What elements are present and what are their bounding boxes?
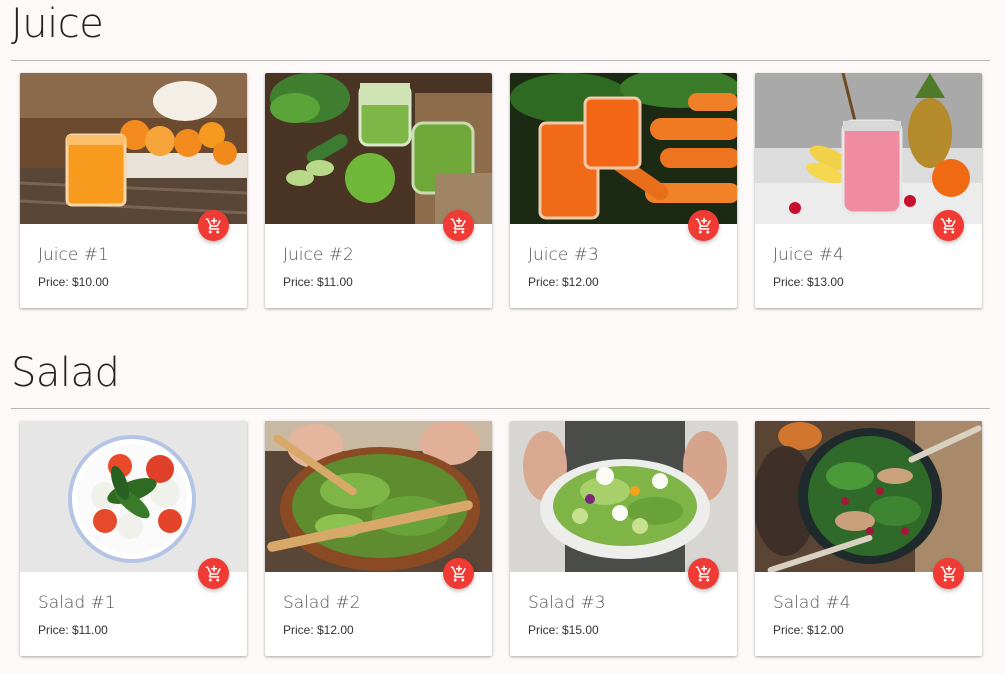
product-image [510,421,737,572]
product-price: Price: $12.00 [283,623,354,637]
add-to-cart-icon [205,217,221,233]
product-card[interactable]: Juice #2 Price: $11.00 [265,73,492,308]
product-name: Juice #1 [38,245,109,265]
product-name: Salad #3 [528,593,606,613]
product-card[interactable]: Juice #3 Price: $12.00 [510,73,737,308]
product-card[interactable]: Salad #4 Price: $12.00 [755,421,982,656]
product-image [510,73,737,224]
product-card[interactable]: Salad #3 Price: $15.00 [510,421,737,656]
product-image [265,421,492,572]
product-image [755,421,982,572]
add-to-cart-icon [450,565,466,581]
add-to-cart-button[interactable] [198,558,229,589]
product-name: Juice #2 [283,245,354,265]
product-name: Salad #4 [773,593,851,613]
add-to-cart-icon [450,217,466,233]
add-to-cart-button[interactable] [933,210,964,241]
add-to-cart-button[interactable] [443,210,474,241]
section-divider [11,408,990,409]
add-to-cart-icon [695,565,711,581]
product-image [265,73,492,224]
product-name: Juice #3 [528,245,599,265]
add-to-cart-icon [695,217,711,233]
section-divider [11,60,990,61]
add-to-cart-button[interactable] [933,558,964,589]
section-title: Salad [11,350,120,396]
add-to-cart-button[interactable] [198,210,229,241]
product-card[interactable]: Juice #4 Price: $13.00 [755,73,982,308]
section-title: Juice [11,1,104,47]
product-price: Price: $11.00 [38,623,108,637]
product-price: Price: $13.00 [773,275,844,289]
product-name: Juice #4 [773,245,844,265]
product-card[interactable]: Salad #1 Price: $11.00 [20,421,247,656]
product-price: Price: $12.00 [528,275,599,289]
product-price: Price: $11.00 [283,275,353,289]
add-to-cart-icon [940,565,956,581]
product-card[interactable]: Juice #1 Price: $10.00 [20,73,247,308]
add-to-cart-icon [205,565,221,581]
add-to-cart-button[interactable] [443,558,474,589]
product-image [20,73,247,224]
product-price: Price: $12.00 [773,623,844,637]
product-image [20,421,247,572]
add-to-cart-button[interactable] [688,558,719,589]
add-to-cart-button[interactable] [688,210,719,241]
product-image [755,73,982,224]
product-name: Salad #2 [283,593,361,613]
product-price: Price: $15.00 [528,623,599,637]
add-to-cart-icon [940,217,956,233]
product-card[interactable]: Salad #2 Price: $12.00 [265,421,492,656]
product-price: Price: $10.00 [38,275,109,289]
product-name: Salad #1 [38,593,116,613]
